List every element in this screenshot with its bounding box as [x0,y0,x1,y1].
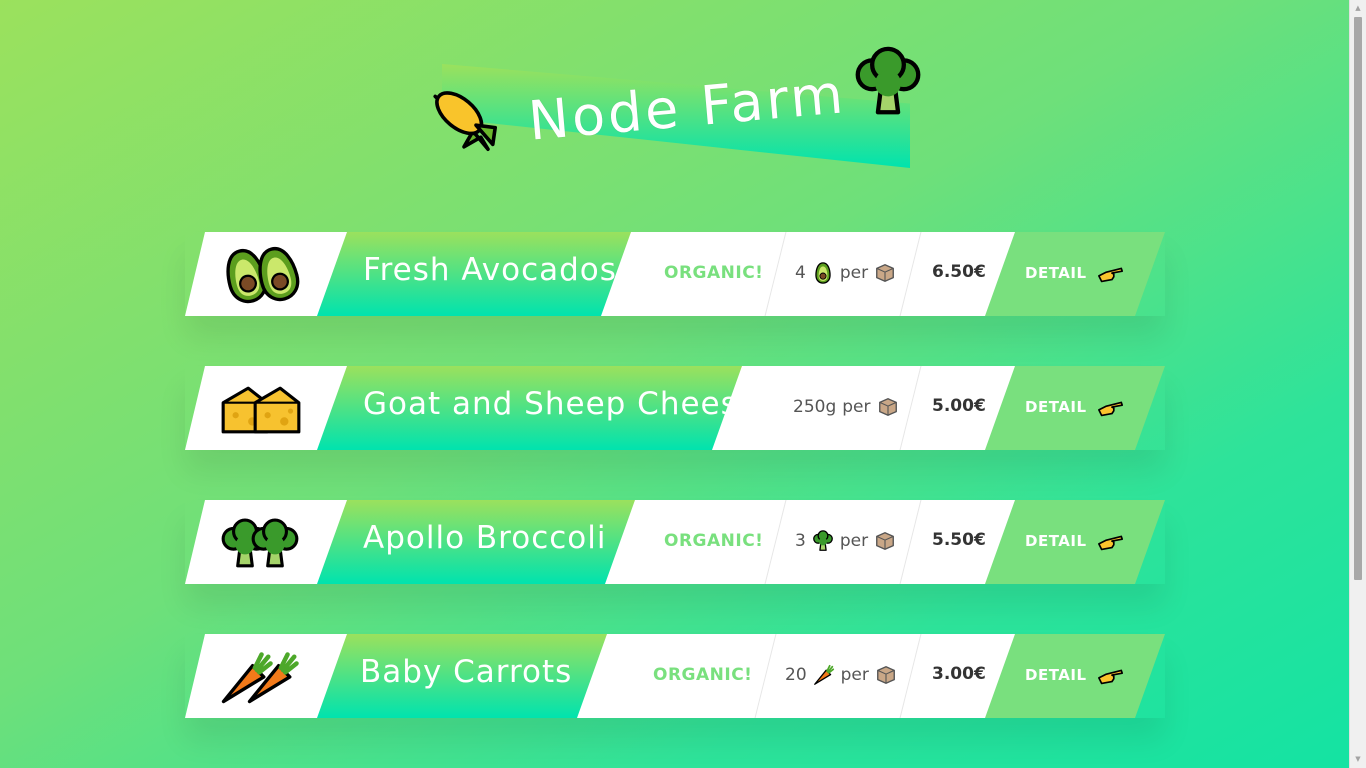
product-quantity: 4 per [795,262,896,284]
scroll-up-arrow-icon[interactable]: ▲ [1350,0,1366,17]
page-header: Node Farm [420,40,940,180]
pointing-hand-icon [1097,530,1125,554]
box-icon [875,664,897,686]
product-card: Baby Carrots ORGANIC! 20 per 3.00€ DETAI… [185,634,1165,718]
scrollbar-thumb[interactable] [1354,17,1362,580]
detail-button[interactable]: DETAIL [985,232,1165,316]
cheese-icon [221,386,301,434]
broccoli-icon [812,530,834,552]
avocado-icon [812,262,834,284]
pointing-hand-icon [1097,664,1125,688]
broccoli-icon [852,46,924,118]
product-card: Fresh Avocados ORGANIC! 4 per 6.50€ DETA… [185,232,1165,316]
product-name[interactable]: Fresh Avocados [363,252,617,288]
scroll-down-arrow-icon[interactable]: ▼ [1350,751,1366,768]
detail-button[interactable]: DETAIL [985,634,1165,718]
product-price: 5.00€ [932,396,986,416]
organic-badge: ORGANIC! [664,263,764,283]
organic-badge: ORGANIC! [653,665,753,685]
corn-icon [428,82,500,154]
product-card: Goat and Sheep Cheese 250g per 5.00€ DET… [185,366,1165,450]
product-quantity: 250g per [793,396,899,418]
product-name[interactable]: Baby Carrots [360,654,572,690]
vertical-scrollbar[interactable]: ▲ ▼ [1349,0,1366,768]
product-name[interactable]: Goat and Sheep Cheese [363,386,758,422]
pointing-hand-icon [1097,262,1125,286]
product-quantity: 3 per [795,530,896,552]
avocado-icon [220,244,304,304]
product-quantity: 20 per [785,664,897,686]
box-icon [874,530,896,552]
carrot-icon [219,646,309,706]
product-price: 5.50€ [932,530,986,550]
product-price: 6.50€ [932,262,986,282]
pointing-hand-icon [1097,396,1125,420]
organic-badge: ORGANIC! [664,531,764,551]
product-price: 3.00€ [932,664,986,684]
product-card: Apollo Broccoli ORGANIC! 3 per 5.50€ DET… [185,500,1165,584]
detail-button[interactable]: DETAIL [985,500,1165,584]
box-icon [877,396,899,418]
broccoli-icon [221,518,299,568]
detail-button[interactable]: DETAIL [985,366,1165,450]
carrot-icon [813,664,835,686]
box-icon [874,262,896,284]
product-name[interactable]: Apollo Broccoli [363,520,606,556]
